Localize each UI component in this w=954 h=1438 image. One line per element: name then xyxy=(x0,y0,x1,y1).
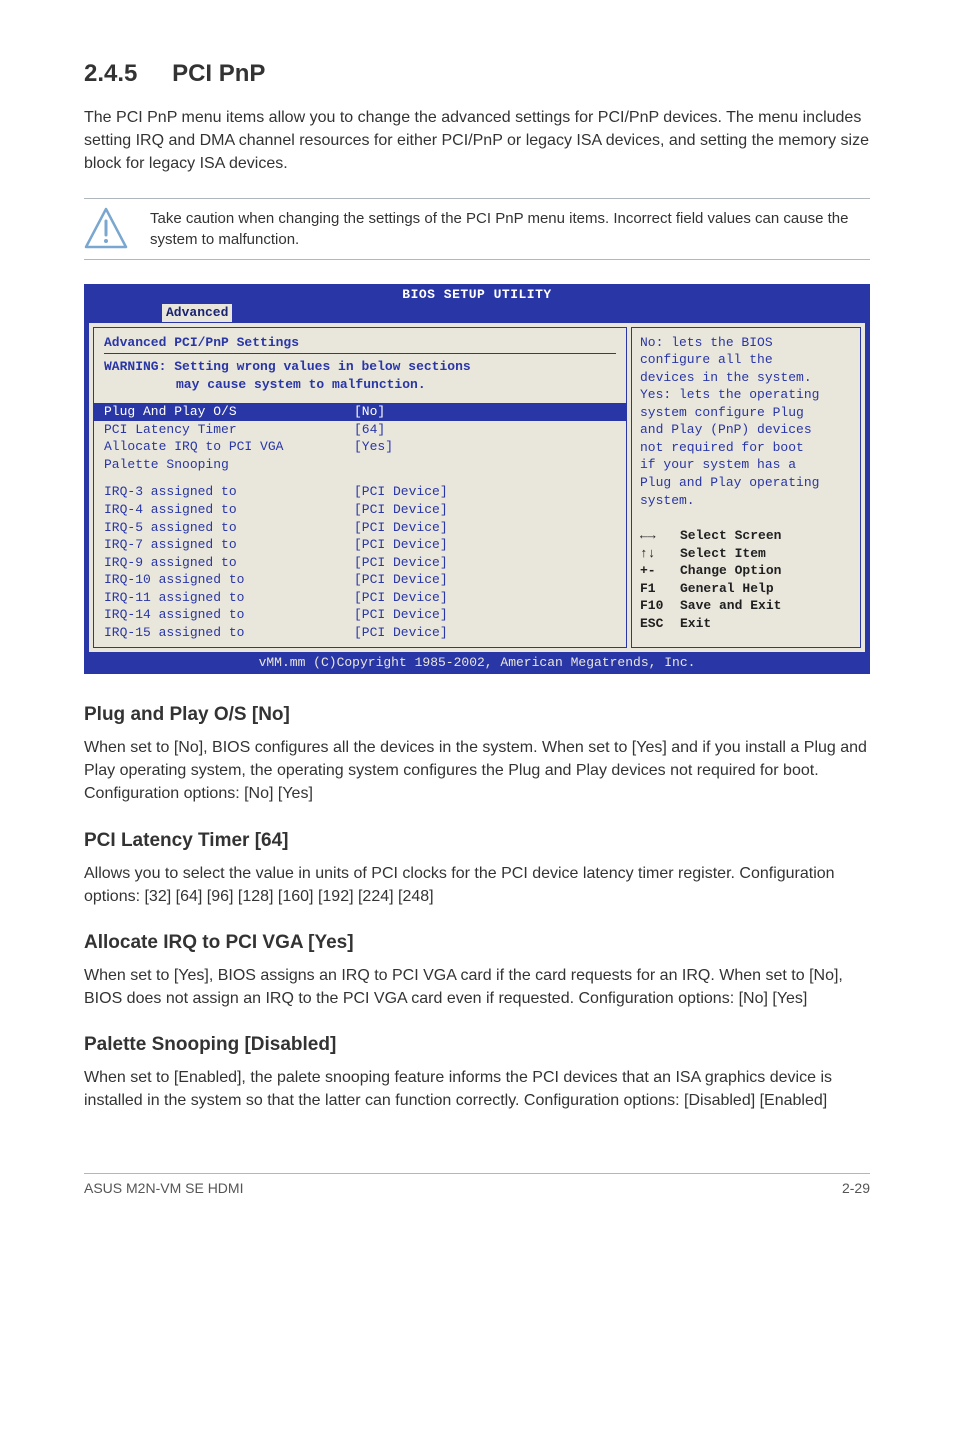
option-head-pci-latency: PCI Latency Timer [64] xyxy=(84,830,870,852)
page-footer: ASUS M2N-VM SE HDMI 2-29 xyxy=(84,1173,870,1196)
bios-key-change-option: +-Change Option xyxy=(640,562,852,580)
bios-item-irq15[interactable]: IRQ-15 assigned to[PCI Device] xyxy=(104,624,616,642)
section-title: PCI PnP xyxy=(172,60,265,87)
bios-item-irq7[interactable]: IRQ-7 assigned to[PCI Device] xyxy=(104,536,616,554)
caution-box: Take caution when changing the settings … xyxy=(84,198,870,260)
bios-item-irq9[interactable]: IRQ-9 assigned to[PCI Device] xyxy=(104,554,616,572)
bios-help-panel: No: lets the BIOS configure all the devi… xyxy=(631,327,861,649)
option-head-allocate-irq: Allocate IRQ to PCI VGA [Yes] xyxy=(84,932,870,954)
bios-left-panel: Advanced PCI/PnP Settings WARNING: Setti… xyxy=(93,327,627,649)
option-body-allocate-irq: When set to [Yes], BIOS assigns an IRQ t… xyxy=(84,964,870,1010)
bios-screenshot: BIOS SETUP UTILITY Advanced Advanced PCI… xyxy=(84,284,870,674)
bios-key-save-exit: F10Save and Exit xyxy=(640,597,852,615)
bios-key-general-help: F1General Help xyxy=(640,580,852,598)
bios-key-exit: ESCExit xyxy=(640,615,852,633)
bios-tab-advanced[interactable]: Advanced xyxy=(162,304,232,322)
bios-item-palette-snooping[interactable]: Palette Snooping xyxy=(104,456,616,474)
option-body-pci-latency: Allows you to select the value in units … xyxy=(84,862,870,908)
section-heading: 2.4.5 PCI PnP xyxy=(84,60,870,88)
bios-item-irq4[interactable]: IRQ-4 assigned to[PCI Device] xyxy=(104,501,616,519)
bios-key-select-item: ↑↓Select Item xyxy=(640,545,852,563)
bios-item-irq3[interactable]: IRQ-3 assigned to[PCI Device] xyxy=(104,483,616,501)
option-body-palette-snooping: When set to [Enabled], the palete snoopi… xyxy=(84,1066,870,1112)
intro-paragraph: The PCI PnP menu items allow you to chan… xyxy=(84,106,870,176)
bios-item-irq10[interactable]: IRQ-10 assigned to[PCI Device] xyxy=(104,571,616,589)
caution-text: Take caution when changing the settings … xyxy=(150,208,870,250)
option-head-plug-and-play: Plug and Play O/S [No] xyxy=(84,704,870,726)
footer-page-number: 2-29 xyxy=(842,1180,870,1196)
bios-subheader: Advanced PCI/PnP Settings xyxy=(104,334,616,355)
bios-item-irq14[interactable]: IRQ-14 assigned to[PCI Device] xyxy=(104,606,616,624)
alert-icon xyxy=(84,207,128,251)
bios-key-select-screen: ←→Select Screen xyxy=(640,527,852,545)
footer-product: ASUS M2N-VM SE HDMI xyxy=(84,1180,243,1196)
bios-body: Advanced PCI/PnP Settings WARNING: Setti… xyxy=(88,322,866,654)
bios-title: BIOS SETUP UTILITY xyxy=(84,284,870,305)
option-head-palette-snooping: Palette Snooping [Disabled] xyxy=(84,1034,870,1056)
bios-item-plug-and-play[interactable]: Plug And Play O/S [No] xyxy=(94,403,626,421)
bios-item-pci-latency[interactable]: PCI Latency Timer [64] xyxy=(104,421,616,439)
bios-item-irq11[interactable]: IRQ-11 assigned to[PCI Device] xyxy=(104,589,616,607)
bios-copyright: vMM.mm (C)Copyright 1985-2002, American … xyxy=(84,653,870,674)
bios-item-allocate-irq[interactable]: Allocate IRQ to PCI VGA [Yes] xyxy=(104,438,616,456)
option-body-plug-and-play: When set to [No], BIOS configures all th… xyxy=(84,736,870,806)
section-number: 2.4.5 xyxy=(84,60,137,87)
bios-item-irq5[interactable]: IRQ-5 assigned to[PCI Device] xyxy=(104,519,616,537)
bios-warning: WARNING: Setting wrong values in below s… xyxy=(104,358,616,393)
